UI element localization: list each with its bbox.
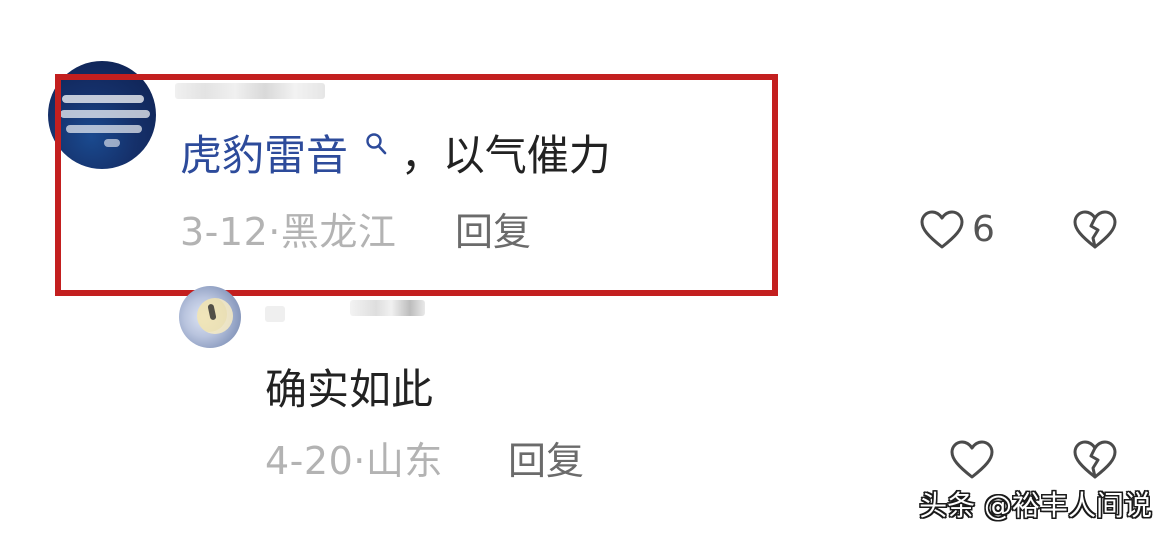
comment-text: 虎豹雷音 ，以气催力 <box>180 130 611 182</box>
mention-text: 虎豹雷音 <box>180 131 349 180</box>
search-icon <box>365 132 387 156</box>
avatar[interactable] <box>179 286 241 348</box>
reply-button[interactable]: 回复 <box>455 210 531 254</box>
avatar[interactable] <box>48 61 156 169</box>
comment-body: 确实如此 <box>265 365 434 414</box>
username[interactable] <box>175 83 325 99</box>
comment-date: 3-12 <box>180 210 269 254</box>
comment-meta: 4-20·山东 <box>265 439 443 483</box>
heart-outline-icon <box>920 210 964 250</box>
meta-separator: · <box>268 210 281 254</box>
dislike-button[interactable] <box>1070 205 1120 255</box>
comment-body: ，以气催力 <box>400 131 611 180</box>
comment-text: 确实如此 <box>265 364 433 416</box>
reply-comment-item: 确实如此 4-20·山东 回复 <box>0 286 1170 486</box>
comment-item: 虎豹雷音 ，以气催力 3-12·黑龙江 回复 6 <box>0 0 1170 300</box>
like-button[interactable] <box>950 435 994 485</box>
comment-meta: 3-12·黑龙江 <box>180 210 396 254</box>
username[interactable] <box>265 306 285 322</box>
username-suffix <box>350 300 425 316</box>
comment-date: 4-20 <box>265 439 354 483</box>
like-button[interactable]: 6 <box>920 205 995 255</box>
reply-button[interactable]: 回复 <box>508 439 584 483</box>
broken-heart-outline-icon <box>1073 210 1117 250</box>
like-count: 6 <box>972 209 995 250</box>
meta-separator: · <box>353 439 366 483</box>
watermark: 头条 @裕丰人间说 <box>919 489 1152 522</box>
mention-link[interactable]: 虎豹雷音 <box>180 131 401 180</box>
dislike-button[interactable] <box>1070 435 1120 485</box>
comment-location: 山东 <box>365 439 443 483</box>
heart-outline-icon <box>950 440 994 480</box>
comment-location: 黑龙江 <box>280 210 397 254</box>
broken-heart-outline-icon <box>1073 440 1117 480</box>
